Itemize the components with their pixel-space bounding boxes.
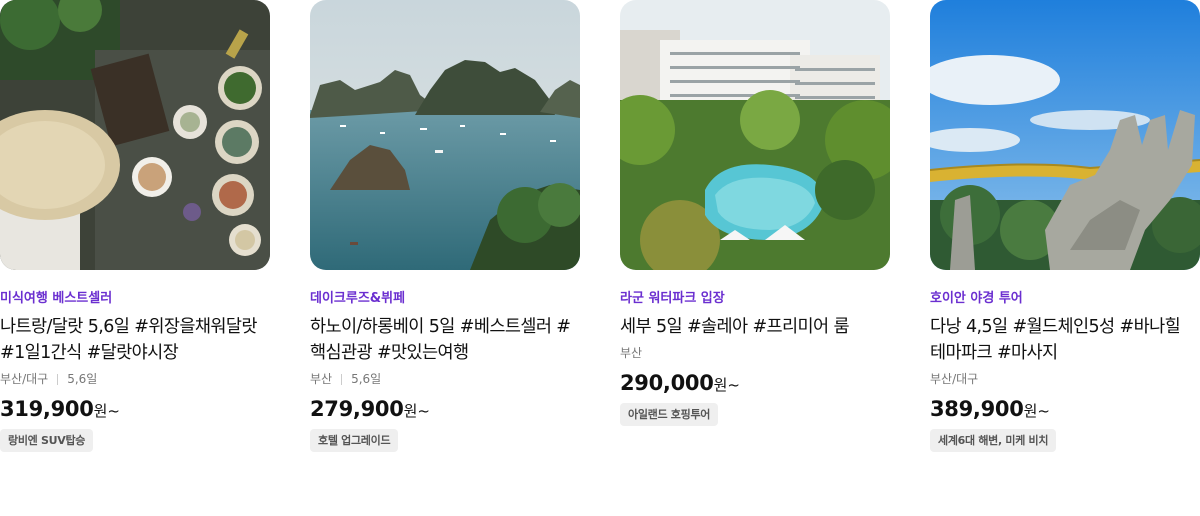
- feature-badge: 아일랜드 호핑투어: [620, 403, 719, 426]
- product-price: 290,000원~: [620, 370, 890, 398]
- product-title[interactable]: 하노이/하롱베이 5일 #베스트셀러 #핵심관광 #맛있는여행: [310, 314, 580, 366]
- product-card[interactable]: 미식여행 베스트셀러 나트랑/달랏 5,6일 #위장을채워달랏 #1일1간식 #…: [0, 0, 270, 452]
- product-label: 미식여행 베스트셀러: [0, 291, 113, 306]
- food-table-photo[interactable]: [0, 0, 270, 270]
- price-amount: 319,900: [0, 397, 94, 421]
- resort-pool-photo[interactable]: [620, 0, 890, 270]
- product-title[interactable]: 다낭 4,5일 #월드체인5성 #바나힐 테마파크 #마사지: [930, 314, 1200, 366]
- product-price: 319,900원~: [0, 396, 270, 424]
- product-label: 라군 워터파크 입장: [620, 291, 725, 306]
- price-amount: 290,000: [620, 371, 714, 395]
- product-card[interactable]: 호이안 야경 투어 다낭 4,5일 #월드체인5성 #바나힐 테마파크 #마사지…: [930, 0, 1200, 452]
- product-label: 데이크루즈&뷔페: [310, 291, 406, 306]
- price-unit: 원~: [713, 376, 740, 394]
- golden-bridge-photo[interactable]: [930, 0, 1200, 270]
- feature-badge: 세계6대 해변, 미케 비치: [930, 429, 1057, 452]
- feature-badge: 호텔 업그레이드: [310, 429, 399, 452]
- product-card[interactable]: 데이크루즈&뷔페 하노이/하롱베이 5일 #베스트셀러 #핵심관광 #맛있는여행…: [310, 0, 580, 452]
- product-price: 279,900원~: [310, 396, 580, 424]
- product-label: 호이안 야경 투어: [930, 291, 1023, 306]
- departure-city: 부산/대구: [0, 372, 49, 386]
- price-unit: 원~: [1023, 402, 1050, 420]
- price-unit: 원~: [403, 402, 430, 420]
- halong-bay-photo[interactable]: [310, 0, 580, 270]
- price-amount: 389,900: [930, 397, 1024, 421]
- price-amount: 279,900: [310, 397, 404, 421]
- trip-duration: 5,6일: [67, 372, 98, 386]
- trip-duration: 5,6일: [351, 372, 382, 386]
- departure-city: 부산: [620, 346, 643, 360]
- meta-divider: [57, 374, 59, 385]
- product-title[interactable]: 세부 5일 #솔레아 #프리미어 룸: [620, 314, 890, 340]
- departure-city: 부산: [310, 372, 333, 386]
- product-meta: 부산/대구 5,6일: [0, 372, 270, 387]
- product-meta: 부산: [620, 346, 890, 361]
- product-meta: 부산/대구: [930, 372, 1200, 387]
- product-price: 389,900원~: [930, 396, 1200, 424]
- meta-divider: [341, 374, 343, 385]
- departure-city: 부산/대구: [930, 372, 979, 386]
- product-meta: 부산 5,6일: [310, 372, 580, 387]
- feature-badge: 랑비엔 SUV탑승: [0, 429, 94, 452]
- price-unit: 원~: [93, 402, 120, 420]
- product-title[interactable]: 나트랑/달랏 5,6일 #위장을채워달랏 #1일1간식 #달랏야시장: [0, 314, 270, 366]
- product-card[interactable]: 라군 워터파크 입장 세부 5일 #솔레아 #프리미어 룸 부산 290,000…: [620, 0, 890, 426]
